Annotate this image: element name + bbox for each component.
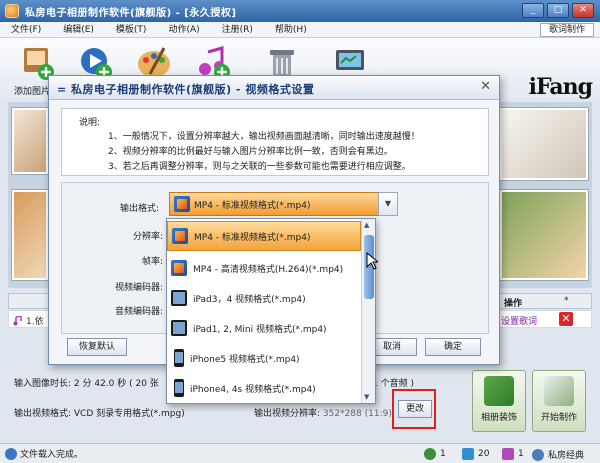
- minimize-button[interactable]: _: [522, 3, 544, 18]
- start-making-button[interactable]: 开始制作: [532, 370, 586, 432]
- reset-default-button[interactable]: 恢复默认: [67, 338, 127, 356]
- row-name: 1.依: [13, 314, 44, 327]
- format-dropdown-list: MP4 - 标准视频格式(*.mp4) MP4 - 高清视频格式(H.264)(…: [166, 218, 376, 404]
- status-count-3: 1: [502, 448, 524, 460]
- menu-bar: 文件(F) 编辑(E) 模板(T) 动作(A) 注册(R) 帮助(H) 歌词制作: [0, 22, 600, 38]
- audio-codec-label: 音频编码器:: [114, 307, 163, 317]
- description-title: 说明:: [79, 118, 101, 128]
- status-count-1: 1: [424, 448, 446, 460]
- column-star: *: [564, 296, 569, 306]
- ok-button[interactable]: 确定: [425, 338, 481, 356]
- music-note-icon: [13, 315, 22, 325]
- description-line: 1、一般情况下，设置分辨率越大，输出视频画面越清晰，同时输出速度越慢！: [108, 132, 420, 142]
- add-picture-label: 添加图片: [14, 87, 51, 97]
- maximize-button[interactable]: □: [547, 3, 569, 18]
- app-icon: [5, 4, 19, 18]
- status-text: 文件载入完成。: [20, 450, 84, 460]
- menu-template[interactable]: 模板(T): [105, 22, 158, 38]
- iphone-icon: [174, 379, 184, 397]
- format-option-ipad12-mini[interactable]: iPad1, 2, Mini 视频格式(*.mp4): [167, 313, 361, 343]
- format-label: 输出格式:: [119, 204, 159, 214]
- mp4-icon: [174, 196, 190, 212]
- window-title: 私房电子相册制作软件(旗舰版) - [永久授权]: [25, 7, 237, 19]
- format-option-ipad34[interactable]: iPad3，4 视频格式(*.mp4): [167, 283, 361, 313]
- description-box: 说明: 1、一般情况下，设置分辨率越大，输出视频画面越清晰，同时输出速度越慢！ …: [61, 108, 489, 176]
- description-line: 2、视频分辨率的比例最好与输入图片分辨率比例一致，否则会有黑边。: [108, 147, 393, 157]
- format-option-mp4-hd[interactable]: MP4 - 高清视频格式(H.264)(*.mp4): [167, 253, 361, 283]
- delete-icon[interactable]: ✕: [559, 312, 573, 326]
- photo-thumbnail[interactable]: [12, 190, 48, 280]
- set-lyric-link[interactable]: 设置歌词: [501, 314, 537, 327]
- brand-logo: iFang: [528, 74, 593, 100]
- disc-icon: [424, 448, 436, 460]
- format-select[interactable]: MP4 - 标准视频格式(*.mp4) ▼: [169, 192, 398, 216]
- dialog-titlebar: = 私房电子相册制作软件(旗舰版) - 视频格式设置 ✕: [49, 76, 499, 100]
- resolution-label: 分辨率:: [132, 232, 163, 242]
- lyric-button[interactable]: 歌词制作: [539, 23, 594, 37]
- menu-edit[interactable]: 编辑(E): [52, 22, 105, 38]
- mp4-icon: [172, 228, 188, 244]
- music-icon: [502, 448, 514, 460]
- dialog-title: = 私房电子相册制作软件(旗舰版) - 视频格式设置: [57, 83, 315, 96]
- ipad-icon: [171, 290, 187, 306]
- change-button[interactable]: 更改: [398, 400, 432, 418]
- picture-icon: [462, 448, 474, 460]
- photo-thumbnail[interactable]: [500, 108, 588, 180]
- photo-thumbnail[interactable]: [500, 190, 588, 280]
- format-option-iphone5[interactable]: iPhone5 视频格式(*.mp4): [167, 343, 361, 373]
- audio-count-text: 1 个音频 ): [372, 379, 414, 389]
- description-line: 3、若之后再调整分辨率，则与之关联的一些参数可能也需要进行相应调整。: [108, 162, 411, 172]
- iphone-icon: [174, 349, 184, 367]
- status-count-2: 20: [462, 448, 489, 460]
- framerate-label: 帧率:: [141, 257, 163, 267]
- mouse-cursor-icon: [366, 252, 378, 270]
- menu-action[interactable]: 动作(A): [157, 22, 210, 38]
- scroll-up-icon[interactable]: ▲: [364, 221, 369, 229]
- column-operation: 操作: [504, 299, 523, 309]
- scroll-down-icon[interactable]: ▼: [364, 393, 369, 401]
- format-option-mp4-standard[interactable]: MP4 - 标准视频格式(*.mp4): [167, 221, 361, 251]
- photo-thumbnail[interactable]: [12, 108, 48, 174]
- menu-register[interactable]: 注册(R): [211, 22, 264, 38]
- dialog-close-icon[interactable]: ✕: [480, 79, 491, 94]
- chevron-down-icon[interactable]: ▼: [378, 192, 398, 216]
- menu-file[interactable]: 文件(F): [0, 22, 52, 38]
- mp4-icon: [171, 260, 187, 276]
- user-icon: [532, 448, 544, 461]
- info-icon: [5, 448, 17, 460]
- ipad-icon: [171, 320, 187, 336]
- status-bar: 文件载入完成。 1 20 1 私房经典: [0, 443, 600, 463]
- video-codec-label: 视频编码器:: [114, 283, 163, 293]
- film-zip-icon: [544, 376, 574, 406]
- dropdown-scrollbar[interactable]: ▲ ▼: [361, 219, 375, 403]
- input-duration-text: 输入图像时长: 2 分 42.0 秒 ( 20 张: [14, 379, 159, 389]
- status-brand: 私房经典: [532, 448, 584, 461]
- menu-help[interactable]: 帮助(H): [264, 22, 318, 38]
- output-resolution-text: 输出视频分辨率: 352*288 (11:9): [254, 409, 392, 419]
- window-titlebar: 私房电子相册制作软件(旗舰版) - [永久授权] _ □ ✕: [0, 0, 600, 22]
- output-format-text: 输出视频格式: VCD 刻录专用格式(*.mpg): [14, 409, 185, 419]
- decorate-icon: [484, 376, 514, 406]
- close-button[interactable]: ✕: [572, 3, 594, 18]
- format-option-iphone4[interactable]: iPhone4, 4s 视频格式(*.mp4): [167, 373, 361, 403]
- album-decorate-button[interactable]: 相册装饰: [472, 370, 526, 432]
